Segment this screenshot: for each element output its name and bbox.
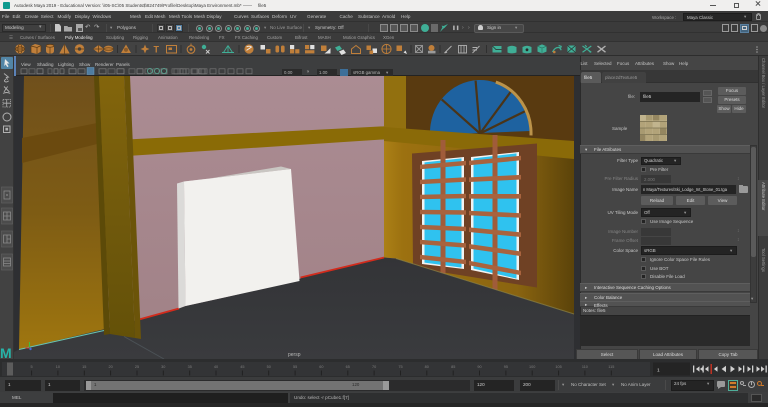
svg-text:40: 40: [214, 365, 218, 369]
svg-text:persp: persp: [288, 352, 301, 358]
svg-text:95: 95: [504, 365, 508, 369]
svg-text:25: 25: [135, 365, 139, 369]
svg-text:70: 70: [372, 365, 376, 369]
svg-text:20: 20: [108, 365, 112, 369]
svg-text:80: 80: [425, 365, 429, 369]
svg-text:65: 65: [346, 365, 350, 369]
svg-text:M: M: [0, 345, 12, 359]
svg-text:5: 5: [31, 365, 33, 369]
svg-text:15: 15: [82, 365, 86, 369]
svg-text:45: 45: [240, 365, 244, 369]
svg-text:105: 105: [555, 365, 561, 369]
svg-text:10: 10: [56, 365, 60, 369]
svg-text:55: 55: [293, 365, 297, 369]
svg-text:75: 75: [398, 365, 402, 369]
svg-text:90: 90: [477, 365, 481, 369]
svg-text:30: 30: [161, 365, 165, 369]
svg-text:115: 115: [608, 365, 614, 369]
svg-text:85: 85: [451, 365, 455, 369]
svg-text:50: 50: [267, 365, 271, 369]
svg-text:60: 60: [319, 365, 323, 369]
svg-text:100: 100: [529, 365, 535, 369]
svg-text:110: 110: [582, 365, 588, 369]
svg-text:T: T: [154, 45, 160, 55]
svg-text:1: 1: [657, 368, 660, 374]
svg-text:35: 35: [188, 365, 192, 369]
